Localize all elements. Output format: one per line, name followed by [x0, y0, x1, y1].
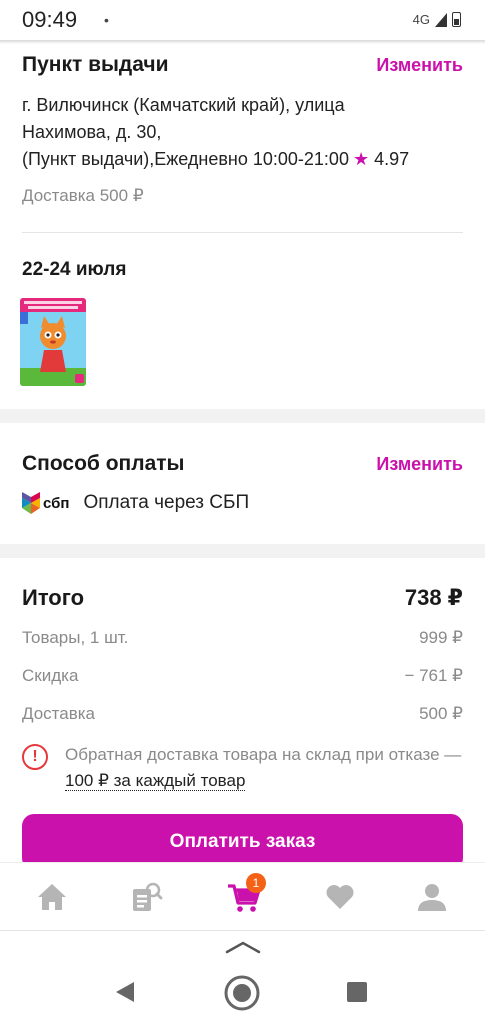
- items-value: 999 ₽: [419, 628, 463, 647]
- notice-link[interactable]: 100 ₽ за каждый товар: [65, 771, 246, 791]
- sbp-icon: [22, 492, 40, 514]
- address-line-1: г. Вилючинск (Камчатский край), улица: [22, 95, 345, 115]
- back-triangle-icon: [116, 982, 134, 1002]
- address-line-2: Нахимова, д. 30,: [22, 122, 162, 142]
- pickup-title: Пункт выдачи: [22, 53, 169, 76]
- status-notification-dot: •: [104, 12, 109, 28]
- delivery-label: Доставка: [22, 704, 96, 723]
- items-label: Товары, 1 шт.: [22, 628, 129, 647]
- section-gap: [0, 409, 485, 423]
- nav-home[interactable]: [32, 877, 72, 917]
- back-button[interactable]: [112, 979, 138, 1005]
- total-label: Итого: [22, 585, 85, 610]
- battery-icon: [452, 12, 461, 27]
- discount-label: Скидка: [22, 666, 79, 685]
- sbp-logo-text: сбп: [43, 494, 70, 512]
- product-image[interactable]: [20, 298, 86, 386]
- recents-button[interactable]: [346, 981, 368, 1003]
- divider: [22, 232, 463, 233]
- total-value: 738 ₽: [404, 585, 463, 610]
- address-line-3: (Пункт выдачи),Ежедневно 10:00-21:00: [22, 149, 349, 169]
- catalog-search-icon: [133, 882, 163, 911]
- pickup-rating: 4.97: [374, 149, 410, 169]
- home-circle-icon: [224, 975, 260, 1011]
- star-icon: ★: [352, 149, 370, 169]
- product-cover-icon: [20, 298, 86, 386]
- payment-method: сбп Оплата через СБП: [22, 492, 249, 514]
- home-button[interactable]: [222, 973, 262, 1013]
- heart-icon: [326, 885, 354, 909]
- signal-icon: [435, 12, 447, 27]
- pickup-address: г. Вилючинск (Камчатский край), улица На…: [22, 92, 462, 173]
- bottom-nav: 1: [0, 862, 485, 930]
- payment-title: Способ оплаты: [22, 452, 185, 475]
- delivery-date: 22-24 июля: [22, 259, 127, 280]
- payment-change-link[interactable]: Изменить: [376, 454, 463, 475]
- system-nav: [0, 930, 485, 1024]
- section-gap: [0, 544, 485, 558]
- nav-favorites[interactable]: [320, 877, 360, 917]
- nav-profile[interactable]: [412, 877, 452, 917]
- nav-catalog[interactable]: [126, 877, 166, 917]
- address-line-3-wrap: (Пункт выдачи),Ежедневно 10:00-21:00 ★ 4.…: [22, 146, 462, 173]
- pickup-delivery-fee: Доставка 500 ₽: [22, 186, 144, 205]
- nav-cart[interactable]: 1: [224, 873, 266, 917]
- sbp-logo: сбп: [22, 492, 69, 514]
- notice-text: Обратная доставка товара на склад при от…: [65, 742, 465, 794]
- status-time: 09:49: [22, 7, 78, 32]
- network-type: 4G: [412, 12, 430, 27]
- warning-icon: !: [22, 744, 48, 770]
- status-icons: 4G: [413, 12, 461, 27]
- chevron-up-icon: [225, 941, 261, 954]
- pickup-change-link[interactable]: Изменить: [376, 55, 463, 76]
- cart-badge: 1: [246, 873, 266, 893]
- status-bar: 09:49 • 4G: [0, 0, 485, 42]
- notice-text-body: Обратная доставка товара на склад при от…: [65, 745, 462, 764]
- square-icon: [347, 982, 367, 1002]
- nav-handle[interactable]: [224, 939, 262, 955]
- home-icon: [38, 884, 66, 910]
- profile-icon: [418, 884, 446, 911]
- payment-method-label: Оплата через СБП: [83, 492, 250, 513]
- delivery-value: 500 ₽: [419, 704, 463, 723]
- discount-value: − 761 ₽: [404, 666, 463, 685]
- header-shadow: [0, 40, 485, 44]
